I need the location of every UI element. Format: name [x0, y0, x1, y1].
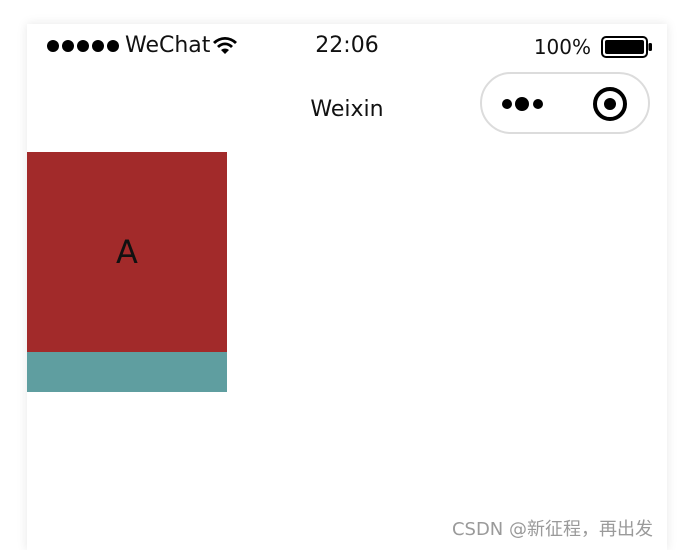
- block-a-label: A: [116, 233, 138, 271]
- phone-frame: WeChat 22:06 100% Weixin A CSDN @新征程，再出发: [27, 24, 667, 550]
- battery-icon: [601, 36, 652, 58]
- block-b: [27, 352, 227, 392]
- target-icon[interactable]: [592, 86, 628, 122]
- screen: WeChat 22:06 100% Weixin A CSDN @新征程，再出发: [0, 0, 677, 550]
- watermark: CSDN @新征程，再出发: [451, 519, 653, 540]
- more-icon[interactable]: [500, 94, 550, 114]
- battery-percent: 100%: [533, 35, 591, 59]
- block-a: A: [27, 152, 227, 352]
- capsule-menu: [480, 72, 650, 134]
- status-bar-right: 100%: [534, 34, 653, 60]
